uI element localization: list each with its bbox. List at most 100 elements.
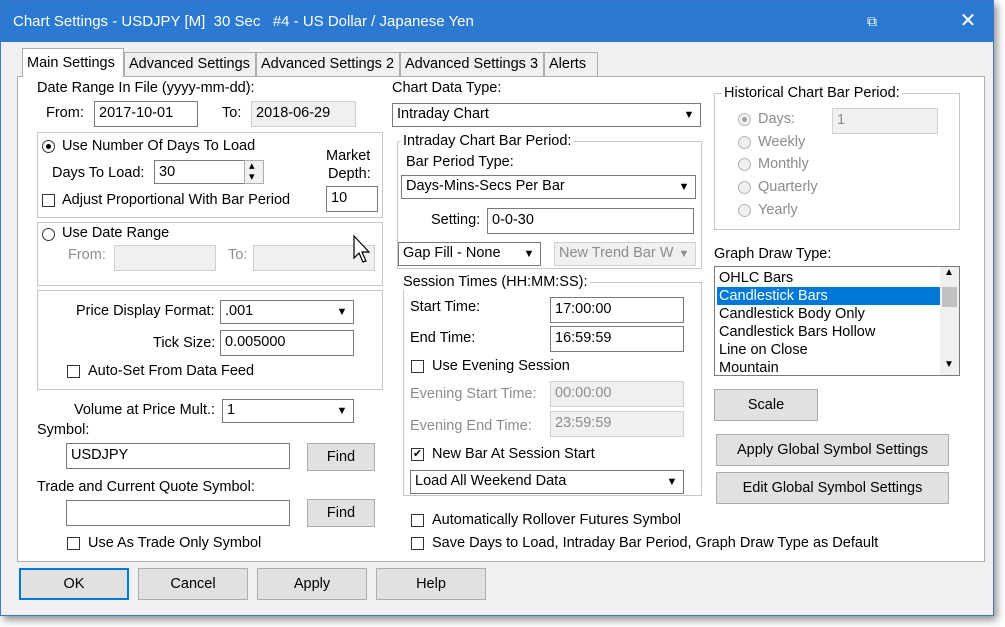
chart-data-type-value: Intraday Chart xyxy=(397,106,489,122)
auto-set-label: Auto-Set From Data Feed xyxy=(88,363,255,379)
scroll-down-icon[interactable]: ▼ xyxy=(944,359,954,370)
save-defaults-label: Save Days to Load, Intraday Bar Period, … xyxy=(432,535,879,551)
list-item[interactable]: Mountain xyxy=(717,359,941,375)
evening-start-label: Evening Start Time: xyxy=(410,386,537,402)
edit-global-settings-button[interactable]: Edit Global Symbol Settings xyxy=(716,472,949,504)
window-menu-icon[interactable]: ⧉ xyxy=(867,13,883,29)
use-evening-session-label: Use Evening Session xyxy=(432,358,570,374)
days-to-load-field[interactable]: 30 xyxy=(154,160,246,184)
tab-alerts[interactable]: Alerts xyxy=(544,52,598,76)
volume-mult-select[interactable]: 1 ▼ xyxy=(222,399,354,423)
historical-yearly-label: Yearly xyxy=(758,202,798,218)
historical-weekly-label: Weekly xyxy=(758,134,806,150)
use-evening-session-checkbox[interactable] xyxy=(411,360,424,373)
historical-quarterly-radio xyxy=(738,181,751,194)
range-from-field xyxy=(114,245,216,271)
trade-only-label: Use As Trade Only Symbol xyxy=(88,535,262,551)
bar-period-type-label: Bar Period Type: xyxy=(406,154,514,170)
graph-draw-type-list[interactable]: OHLC Bars Candlestick Bars Candlestick B… xyxy=(714,266,960,376)
market-depth-field[interactable]: 10 xyxy=(326,186,378,212)
list-item-selected[interactable]: Candlestick Bars xyxy=(717,287,941,305)
trade-symbol-find-button[interactable]: Find xyxy=(307,499,375,527)
chart-data-type-select[interactable]: Intraday Chart ▼ xyxy=(392,103,701,127)
weekend-data-value: Load All Weekend Data xyxy=(415,473,567,489)
trade-only-checkbox[interactable] xyxy=(67,537,80,550)
gap-fill-select[interactable]: Gap Fill - None ▼ xyxy=(398,242,541,266)
setting-field[interactable]: 0-0-30 xyxy=(487,208,694,234)
apply-button[interactable]: Apply xyxy=(257,568,367,600)
historical-days-field: 1 xyxy=(832,108,938,134)
title-bar[interactable]: Chart Settings - USDJPY [M] 30 Sec #4 - … xyxy=(1,1,993,42)
adjust-proportional-label: Adjust Proportional With Bar Period xyxy=(62,192,291,208)
date-range-in-file-label: Date Range In File (yyyy-mm-dd): xyxy=(37,80,255,96)
symbol-label: Symbol: xyxy=(37,422,90,438)
symbol-field[interactable]: USDJPY xyxy=(66,443,290,469)
end-time-field[interactable]: 16:59:59 xyxy=(550,326,684,352)
tab-main-settings[interactable]: Main Settings xyxy=(22,48,124,77)
ok-button[interactable]: OK xyxy=(19,568,129,600)
end-time-label: End Time: xyxy=(410,330,476,346)
list-item[interactable]: OHLC Bars xyxy=(717,269,941,287)
start-time-field[interactable]: 17:00:00 xyxy=(550,297,684,323)
use-days-label: Use Number Of Days To Load xyxy=(62,138,256,154)
evening-end-field: 23:59:59 xyxy=(550,411,684,437)
scroll-thumb[interactable] xyxy=(942,287,957,307)
volume-mult-value: 1 xyxy=(227,402,236,418)
list-item[interactable]: Line on Close xyxy=(717,341,941,359)
from-label: From: xyxy=(46,105,84,121)
bar-period-type-select[interactable]: Days-Mins-Secs Per Bar ▼ xyxy=(401,175,696,199)
days-to-load-label: Days To Load: xyxy=(52,165,145,181)
historical-monthly-label: Monthly xyxy=(758,156,809,172)
apply-global-settings-button[interactable]: Apply Global Symbol Settings xyxy=(716,434,949,466)
tab-advanced-settings-3[interactable]: Advanced Settings 3 xyxy=(400,52,544,76)
chevron-down-icon: ▼ xyxy=(678,181,690,193)
trade-symbol-field[interactable] xyxy=(66,500,290,526)
session-times-title: Session Times (HH:MM:SS): xyxy=(401,274,590,290)
list-scrollbar[interactable]: ▲ ▼ xyxy=(940,267,959,375)
range-from-label: From: xyxy=(68,247,106,263)
tick-size-field[interactable]: 0.005000 xyxy=(220,330,354,356)
save-defaults-checkbox[interactable] xyxy=(411,537,424,550)
historical-quarterly-label: Quarterly xyxy=(758,179,818,195)
scale-button[interactable]: Scale xyxy=(714,389,818,421)
tab-advanced-settings[interactable]: Advanced Settings xyxy=(124,52,256,76)
historical-monthly-radio xyxy=(738,158,751,171)
historical-weekly-radio xyxy=(738,136,751,149)
use-date-range-label: Use Date Range xyxy=(62,225,170,241)
auto-set-checkbox[interactable] xyxy=(67,365,80,378)
chevron-down-icon: ▼ xyxy=(336,405,348,417)
cancel-button[interactable]: Cancel xyxy=(138,568,248,600)
chevron-down-icon: ▼ xyxy=(666,476,678,488)
symbol-find-button[interactable]: Find xyxy=(307,443,375,471)
historical-days-label: Days: xyxy=(758,111,796,127)
use-date-range-radio[interactable] xyxy=(42,228,55,241)
trade-symbol-label: Trade and Current Quote Symbol: xyxy=(37,479,255,495)
price-display-format-select[interactable]: .001 ▼ xyxy=(220,300,354,324)
gap-fill-value: Gap Fill - None xyxy=(403,245,501,261)
file-from-date-field[interactable]: 2017-10-01 xyxy=(94,101,198,127)
days-spinner[interactable]: ▴ ▾ xyxy=(244,160,264,184)
spin-down-icon[interactable]: ▾ xyxy=(249,170,255,183)
list-item[interactable]: Candlestick Body Only xyxy=(717,305,941,323)
to-label: To: xyxy=(222,105,242,121)
chevron-down-icon: ▼ xyxy=(678,248,690,260)
help-button[interactable]: Help xyxy=(376,568,486,600)
chevron-down-icon: ▼ xyxy=(336,306,348,318)
new-trend-bar-select: New Trend Bar W ▼ xyxy=(554,242,696,266)
close-button[interactable]: ✕ xyxy=(953,7,983,35)
price-display-format-label: Price Display Format: xyxy=(76,303,215,319)
new-bar-session-checkbox[interactable]: ✔ xyxy=(411,448,424,461)
window-title: Chart Settings - USDJPY [M] 30 Sec #4 - … xyxy=(13,13,474,30)
rollover-checkbox[interactable] xyxy=(411,514,424,527)
adjust-proportional-checkbox[interactable] xyxy=(42,194,55,207)
market-depth-label-line1: Market xyxy=(326,148,371,164)
weekend-data-select[interactable]: Load All Weekend Data ▼ xyxy=(410,470,684,494)
use-days-radio[interactable] xyxy=(42,140,55,153)
setting-label: Setting: xyxy=(431,212,481,228)
market-depth-label-line2: Depth: xyxy=(328,166,371,182)
scroll-up-icon[interactable]: ▲ xyxy=(944,267,954,278)
intraday-bar-period-title: Intraday Chart Bar Period: xyxy=(401,133,574,149)
tab-advanced-settings-2[interactable]: Advanced Settings 2 xyxy=(256,52,400,76)
chevron-down-icon: ▼ xyxy=(683,109,695,121)
list-item[interactable]: Candlestick Bars Hollow xyxy=(717,323,941,341)
